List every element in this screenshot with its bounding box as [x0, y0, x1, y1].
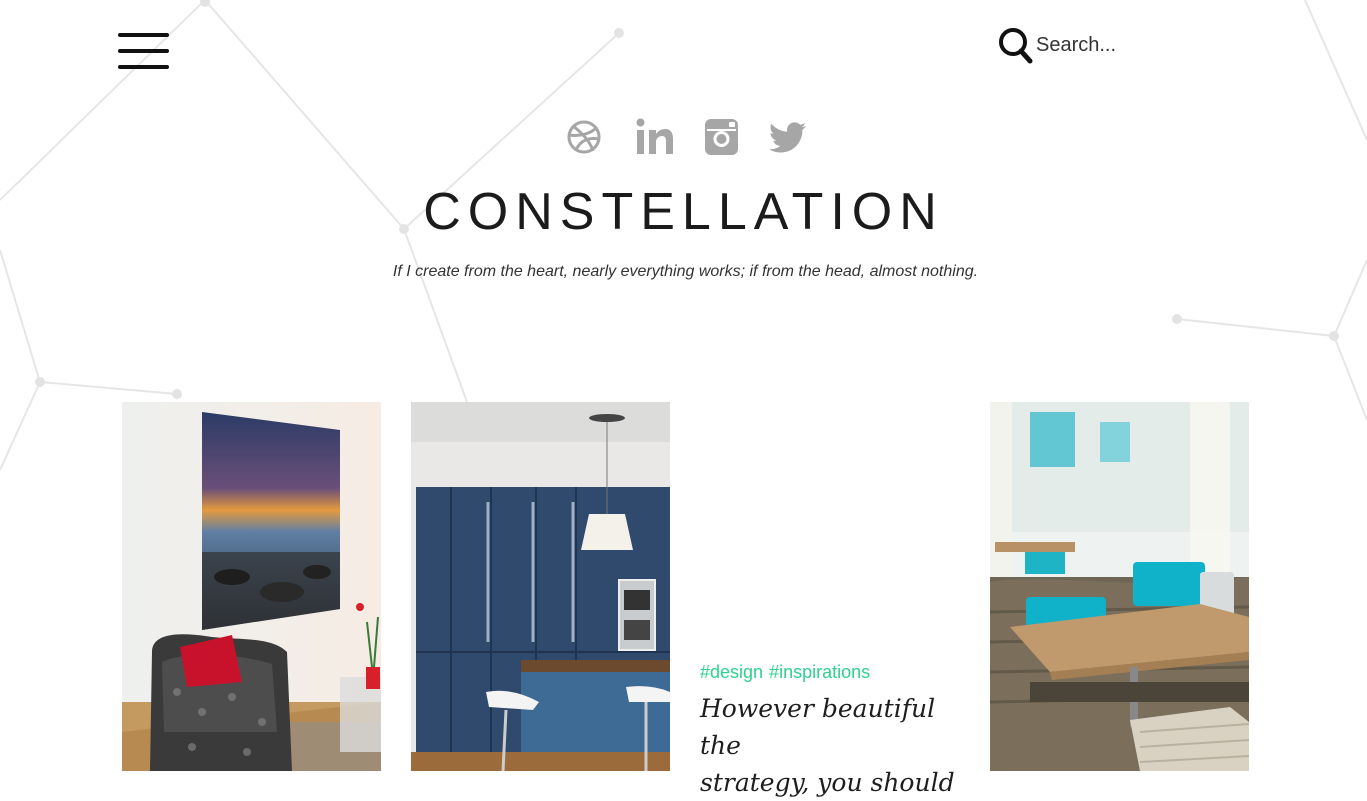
tag-link[interactable]: #design [700, 662, 763, 682]
post-card-image[interactable] [990, 402, 1249, 771]
post-title[interactable]: However beautiful the strategy, you shou… [700, 690, 960, 801]
search-box[interactable] [998, 25, 1156, 65]
dribbble-icon[interactable] [564, 115, 604, 159]
post-image [990, 402, 1249, 771]
search-input[interactable] [1036, 33, 1156, 57]
linkedin-icon[interactable] [634, 115, 674, 159]
post-card-image[interactable] [122, 402, 381, 771]
post-image [411, 402, 670, 771]
search-icon[interactable] [998, 25, 1034, 65]
post-image [122, 402, 381, 771]
twitter-icon[interactable] [768, 115, 808, 159]
post-tags: #design #inspirations [700, 662, 876, 683]
tag-link[interactable]: #inspirations [769, 662, 870, 682]
post-card-image[interactable] [411, 402, 670, 771]
social-links [560, 115, 810, 161]
hamburger-menu-icon [118, 33, 169, 37]
post-title-line: strategy, you should [700, 768, 955, 797]
site-tagline: If I create from the heart, nearly every… [392, 263, 979, 280]
post-title-line: However beautiful the [700, 694, 936, 760]
instagram-icon[interactable] [702, 115, 742, 159]
menu-button[interactable] [118, 33, 169, 71]
site-title[interactable]: CONSTELLATION [0, 182, 1367, 242]
